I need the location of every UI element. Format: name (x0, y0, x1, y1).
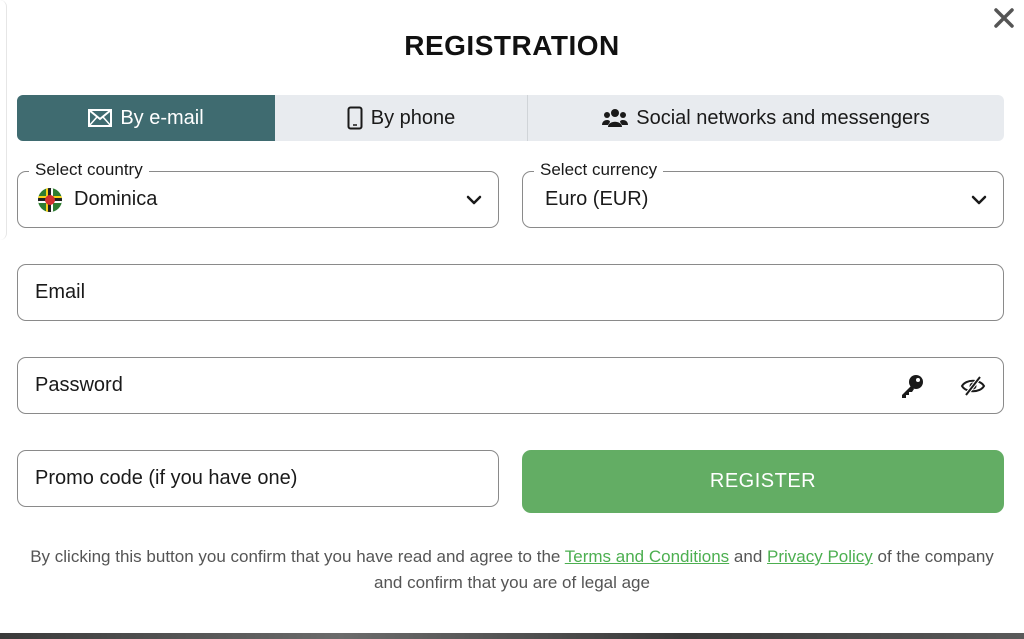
chevron-down-icon (971, 195, 987, 204)
eye-slash-icon[interactable] (960, 375, 986, 397)
users-group-icon (602, 109, 629, 127)
promo-code-field[interactable] (18, 451, 498, 506)
terms-notice: By clicking this button you confirm that… (0, 544, 1024, 596)
tab-by-phone[interactable]: By phone (275, 95, 528, 141)
close-button[interactable] (990, 4, 1018, 32)
email-field[interactable] (18, 265, 1003, 320)
key-icon[interactable] (899, 373, 925, 399)
tab-by-email-label: By e-mail (120, 106, 204, 129)
country-select[interactable]: Select country Dominica (17, 159, 499, 228)
page-title: REGISTRATION (404, 30, 620, 61)
tab-by-email[interactable]: By e-mail (17, 95, 275, 141)
dominica-flag-icon (38, 187, 62, 212)
terms-and-conditions-link[interactable]: Terms and Conditions (565, 547, 729, 566)
register-button[interactable]: REGISTER (522, 450, 1004, 513)
tab-social-label: Social networks and messengers (636, 106, 930, 129)
registration-modal: REGISTRATION By e-mail By phone Social n… (0, 0, 1024, 639)
password-field[interactable] (18, 358, 1003, 413)
close-icon (994, 8, 1014, 28)
currency-select[interactable]: Select currency Euro (EUR) (522, 159, 1004, 228)
password-field-wrap (17, 357, 1004, 414)
promo-code-field-wrap (17, 450, 499, 507)
terms-suffix: of the company (872, 547, 994, 566)
terms-and: and (729, 547, 767, 566)
country-select-value: Dominica (74, 188, 158, 210)
phone-icon (347, 106, 363, 130)
envelope-icon (88, 109, 113, 127)
registration-method-tabs: By e-mail By phone Social networks and m… (17, 95, 1004, 141)
currency-select-value: Euro (EUR) (545, 188, 649, 210)
chevron-down-icon (466, 195, 482, 204)
privacy-policy-link[interactable]: Privacy Policy (767, 547, 873, 566)
terms-prefix: By clicking this button you confirm that… (30, 547, 565, 566)
background-strip (0, 633, 1024, 639)
tab-by-phone-label: By phone (370, 106, 456, 129)
email-field-wrap (17, 264, 1004, 321)
currency-select-value-wrap[interactable]: Euro (EUR) (523, 172, 1003, 227)
terms-line2: and confirm that you are of legal age (374, 573, 650, 592)
country-select-value-wrap[interactable]: Dominica (18, 172, 498, 227)
tab-social-networks[interactable]: Social networks and messengers (528, 95, 1004, 141)
